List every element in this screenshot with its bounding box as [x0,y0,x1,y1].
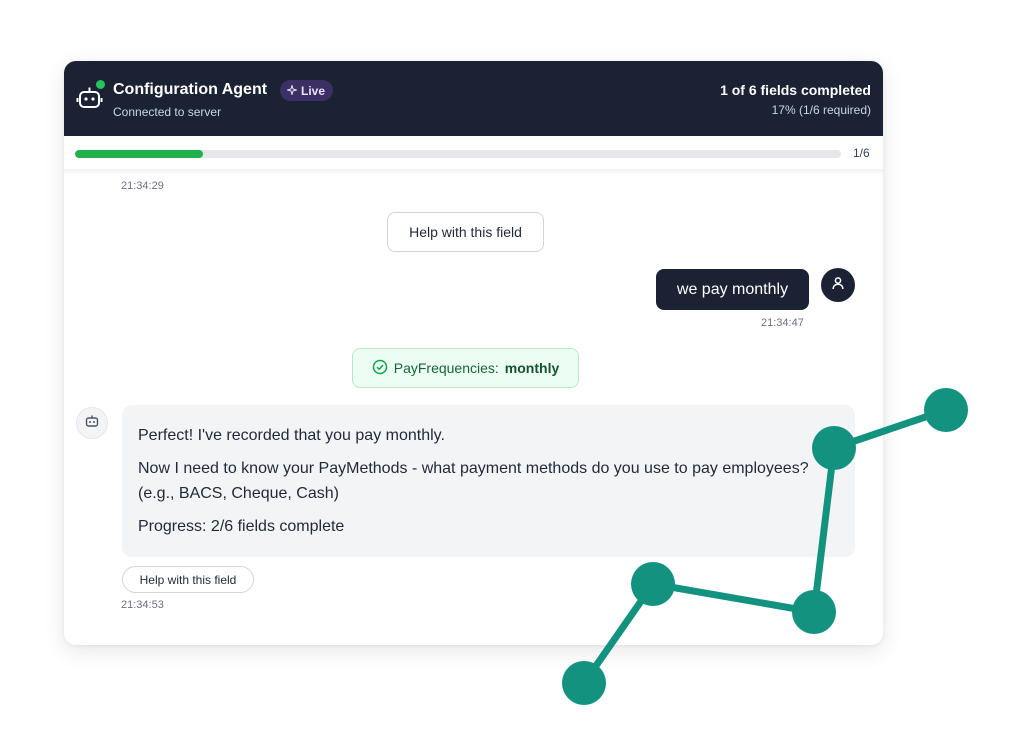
bot-message-bubble: Perfect! I've recorded that you pay mont… [122,405,855,557]
bot-avatar [76,407,108,439]
user-avatar [821,268,855,302]
progress-count: 1/6 [853,146,870,160]
field-chip-value: monthly [504,360,560,376]
graph-node [924,388,968,432]
header-divider [64,169,883,175]
live-badge-label: Live [301,83,326,98]
field-recorded-chip: PayFrequencies: monthly [352,348,579,388]
progress-fill [75,150,203,158]
user-message-bubble: we pay monthly [656,269,809,310]
bot-message-timestamp: 21:34:53 [121,599,164,611]
help-with-field-button-small[interactable]: Help with this field [122,566,254,593]
check-circle-icon [372,359,388,378]
chat-header: Configuration Agent Live Connected to se… [64,61,883,136]
live-badge: Live [280,80,334,101]
field-chip-label: PayFrequencies: [393,360,499,376]
user-icon [831,276,845,295]
progress-bar [75,150,841,158]
user-message-timestamp: 21:34:47 [761,317,804,329]
robot-icon [84,413,100,434]
chat-panel: Configuration Agent Live Connected to se… [64,61,883,645]
agent-title: Configuration Agent [113,81,268,98]
connection-status: Connected to server [113,105,222,119]
bot-message-line: Progress: 2/6 fields complete [138,518,345,535]
online-status-dot [96,80,105,89]
fields-completed-status: 1 of 6 fields completed [720,82,871,98]
sparkle-icon [285,83,299,98]
help-with-field-button[interactable]: Help with this field [387,212,544,252]
bot-message-line: Perfect! I've recorded that you pay mont… [138,427,445,444]
graph-node [562,661,606,705]
message-timestamp: 21:34:29 [121,180,164,192]
bot-message-line: Now I need to know your PayMethods - wha… [138,460,809,502]
fields-percent: 17% (1/6 required) [771,103,871,117]
